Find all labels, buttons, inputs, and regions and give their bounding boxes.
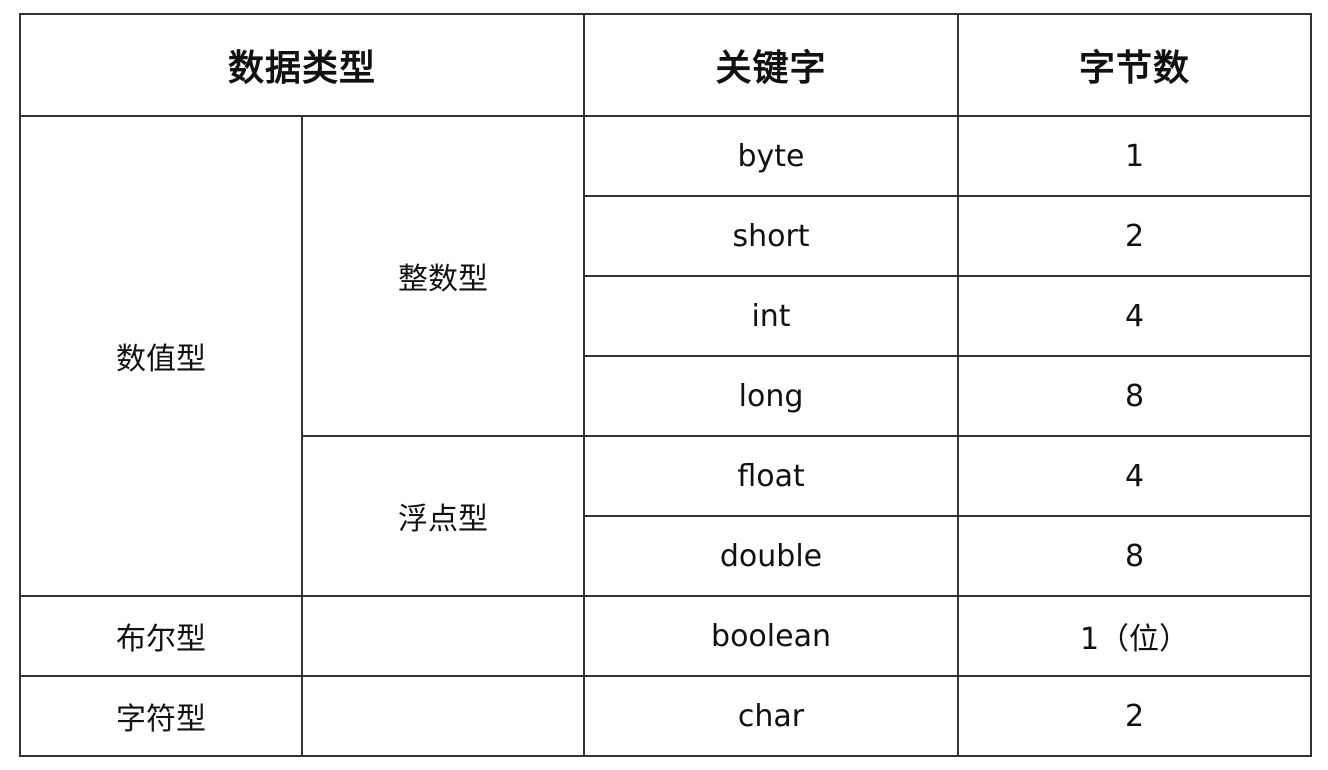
bytes-cell: 8 [957,515,1313,597]
table-row: 数值型 整数型 byte 1 [19,115,1313,597]
bytes-cell: 1（位） [957,595,1313,677]
group-boolean: 布尔型 [19,595,303,677]
header-bytes: 字节数 [957,13,1313,117]
keyword-cell: float [583,435,960,517]
data-types-table: 数据类型 关键字 字节数 数值型 整数型 byte 1 short 2 int … [18,13,1313,757]
header-keyword: 关键字 [583,13,960,117]
bytes-cell: 4 [957,275,1313,357]
group-character: 字符型 [19,675,303,757]
keyword-cell: boolean [583,595,960,677]
keyword-cell: long [583,355,960,437]
group-numeric: 数值型 [19,115,303,597]
keyword-cell: double [583,515,960,597]
empty-subgroup-cell [300,595,586,677]
table-row: 布尔型 boolean 1（位） [19,595,1313,677]
keyword-cell: byte [583,115,960,197]
bytes-cell: 2 [957,675,1313,757]
keyword-cell: char [583,675,960,757]
table-row: 字符型 char 2 [19,675,1313,757]
bytes-cell: 8 [957,355,1313,437]
keyword-cell: int [583,275,960,357]
bytes-cell: 4 [957,435,1313,517]
keyword-cell: short [583,195,960,277]
table-container: 数据类型 关键字 字节数 数值型 整数型 byte 1 short 2 int … [18,13,1313,757]
subgroup-floating: 浮点型 [300,435,586,597]
subgroup-integer: 整数型 [300,115,586,437]
header-row: 数据类型 关键字 字节数 [18,13,1313,117]
bytes-cell: 2 [957,195,1313,277]
header-data-type: 数据类型 [18,13,586,117]
empty-subgroup-cell [300,675,586,757]
bytes-cell: 1 [957,115,1313,197]
